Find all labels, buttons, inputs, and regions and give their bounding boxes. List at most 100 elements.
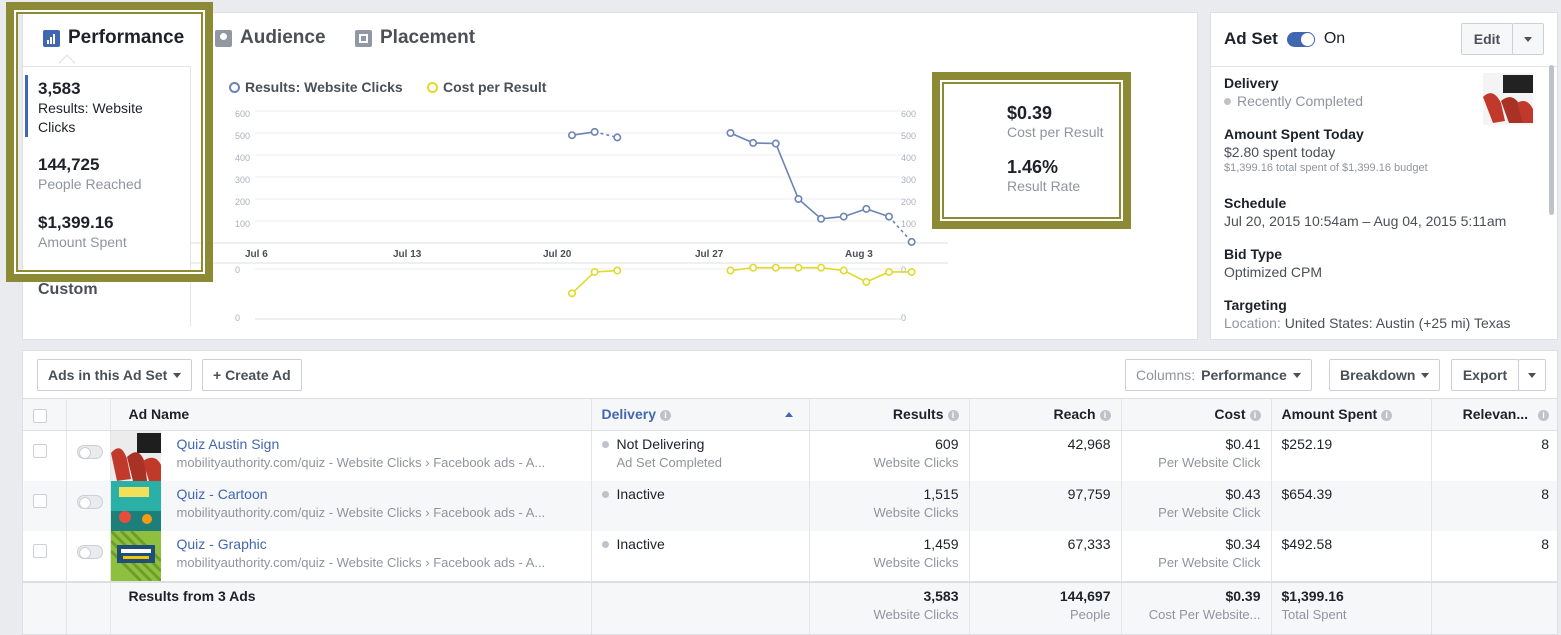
columns-dropdown[interactable]: Columns: Performance — [1125, 359, 1312, 391]
breakdown-dropdown[interactable]: Breakdown — [1329, 359, 1441, 391]
amount-today-detail: $1,399.16 total spent of $1,399.16 budge… — [1224, 162, 1428, 174]
info-icon[interactable]: i — [1538, 410, 1549, 421]
delivery-heading: Delivery — [1224, 75, 1279, 91]
export-dropdown-button[interactable] — [1518, 359, 1546, 391]
edit-button[interactable]: Edit — [1461, 23, 1513, 55]
delivery-status: Inactive — [616, 536, 665, 552]
ad-status-toggle[interactable] — [76, 545, 103, 559]
adset-header: Ad Set On — [1224, 29, 1345, 49]
divider — [1211, 66, 1557, 67]
ad-name-link[interactable]: Quiz - Graphic — [177, 536, 546, 552]
table-row[interactable]: Quiz - Graphic mobilityauthority.com/qui… — [23, 531, 1557, 582]
result-summary: $0.39 Cost per Result 1.46% Result Rate — [945, 81, 1119, 221]
edit-dropdown-button[interactable] — [1512, 23, 1544, 55]
ad-status-toggle[interactable] — [76, 495, 103, 509]
data-point — [839, 266, 848, 275]
total-results-sub: Website Clicks — [873, 607, 959, 622]
breakdown-label: Breakdown — [1340, 367, 1416, 383]
relevance-value: 8 — [1541, 536, 1549, 552]
cost-value: $0.34 — [1225, 536, 1261, 552]
chevron-down-icon — [1528, 372, 1536, 378]
adset-status-toggle[interactable] — [1286, 31, 1315, 47]
data-point — [817, 263, 826, 272]
row-select-cell — [23, 481, 67, 531]
header-reach[interactable]: Reach i — [969, 398, 1122, 431]
reach-value: 42,968 — [1067, 436, 1111, 452]
ads-in-adset-label: Ads in this Ad Set — [48, 367, 168, 383]
table-header-row: Ad Name Delivery i Results i Reach i Cost i … — [23, 398, 1557, 431]
adset-title: Ad Set — [1224, 29, 1278, 48]
sort-ascending-icon — [784, 412, 793, 417]
total-amount: $1,399.16 — [1281, 588, 1344, 604]
data-point — [884, 212, 893, 221]
total-cost-cell: $0.39 Cost Per Website... — [1121, 581, 1272, 634]
header-relevance-label: Relevan... — [1462, 406, 1528, 422]
select-all-cell — [23, 398, 67, 431]
ad-name-link[interactable]: Quiz - Cartoon — [177, 486, 546, 502]
header-amount-spent[interactable]: Amount Spent i — [1271, 398, 1432, 431]
total-empty-cell — [23, 581, 67, 634]
ad-thumbnail — [110, 481, 161, 531]
info-icon[interactable]: i — [947, 410, 959, 421]
data-point — [749, 263, 758, 272]
adset-bid-type: Bid Type Optimized CPM — [1224, 246, 1322, 282]
header-relevance[interactable]: Relevan... i — [1431, 398, 1557, 431]
ad-thumbnail — [110, 431, 161, 481]
status-dot-icon — [601, 441, 609, 448]
table-row[interactable]: Quiz - Cartoon mobilityauthority.com/qui… — [23, 481, 1557, 531]
results-value: 1,459 — [923, 536, 959, 552]
row-checkbox[interactable] — [33, 444, 47, 458]
results-cell: 1,515 Website Clicks — [809, 481, 970, 531]
data-point — [839, 212, 848, 221]
header-results[interactable]: Results i — [809, 398, 970, 431]
export-button[interactable]: Export — [1451, 359, 1519, 391]
cost-sub: Per Website Click — [1158, 455, 1261, 470]
total-cost-sub: Cost Per Website... — [1148, 607, 1261, 622]
table-row[interactable]: Quiz Austin Sign mobilityauthority.com/q… — [23, 430, 1557, 482]
info-icon[interactable]: i — [1249, 410, 1261, 421]
data-point — [794, 195, 803, 204]
select-all-checkbox[interactable] — [33, 409, 47, 423]
row-checkbox[interactable] — [33, 544, 47, 558]
result-rate-label: Result Rate — [1007, 178, 1081, 194]
ad-status-toggle[interactable] — [76, 445, 103, 459]
header-delivery[interactable]: Delivery i — [591, 398, 810, 431]
header-ad-name[interactable]: Ad Name — [110, 398, 592, 431]
total-reach-sub: People — [1070, 607, 1111, 622]
ads-in-adset-dropdown[interactable]: Ads in this Ad Set — [37, 359, 193, 391]
create-ad-button[interactable]: + Create Ad — [202, 359, 302, 391]
ad-name-cell: Quiz - Graphic mobilityauthority.com/qui… — [110, 531, 592, 582]
total-amount-sub: Total Spent — [1281, 607, 1347, 622]
ad-name-link[interactable]: Quiz Austin Sign — [177, 436, 546, 452]
columns-value: Performance — [1201, 367, 1287, 383]
reach-value: 67,333 — [1067, 536, 1111, 552]
status-dot-icon — [601, 491, 609, 498]
info-icon[interactable]: i — [1099, 410, 1111, 421]
schedule-value: Jul 20, 2015 10:54am – Aug 04, 2015 5:11… — [1224, 213, 1507, 229]
delivery-cell: Inactive — [591, 481, 810, 531]
data-point — [771, 139, 780, 148]
reach-cell: 42,968 — [969, 430, 1122, 481]
cost-per-result-summary: $0.39 Cost per Result — [1007, 103, 1103, 140]
cost-sub: Per Website Click — [1158, 505, 1261, 520]
chevron-down-icon — [1524, 36, 1532, 42]
data-point — [907, 267, 916, 276]
relevance-cell: 8 — [1431, 431, 1557, 482]
data-point — [726, 266, 735, 275]
adset-scrollbar[interactable] — [1549, 65, 1554, 215]
total-results: 3,583 — [923, 588, 959, 604]
total-label: Results from 3 Ads — [128, 588, 256, 604]
ads-panel: Ads in this Ad Set + Create Ad Columns: … — [22, 350, 1558, 635]
total-cost: $0.39 — [1225, 588, 1261, 604]
ad-name-cell: Quiz - Cartoon mobilityauthority.com/qui… — [110, 481, 592, 531]
info-icon[interactable]: i — [659, 410, 671, 421]
header-cost[interactable]: Cost i — [1121, 398, 1272, 431]
data-point — [567, 131, 576, 140]
ad-name-cell: Quiz Austin Sign mobilityauthority.com/q… — [110, 430, 592, 481]
row-checkbox[interactable] — [33, 494, 47, 508]
reach-value: 97,759 — [1067, 486, 1111, 502]
info-icon[interactable]: i — [1381, 410, 1393, 421]
relevance-value: 8 — [1541, 436, 1549, 452]
ad-destination: mobilityauthority.com/quiz - Website Cli… — [176, 455, 546, 470]
data-point — [907, 237, 916, 246]
